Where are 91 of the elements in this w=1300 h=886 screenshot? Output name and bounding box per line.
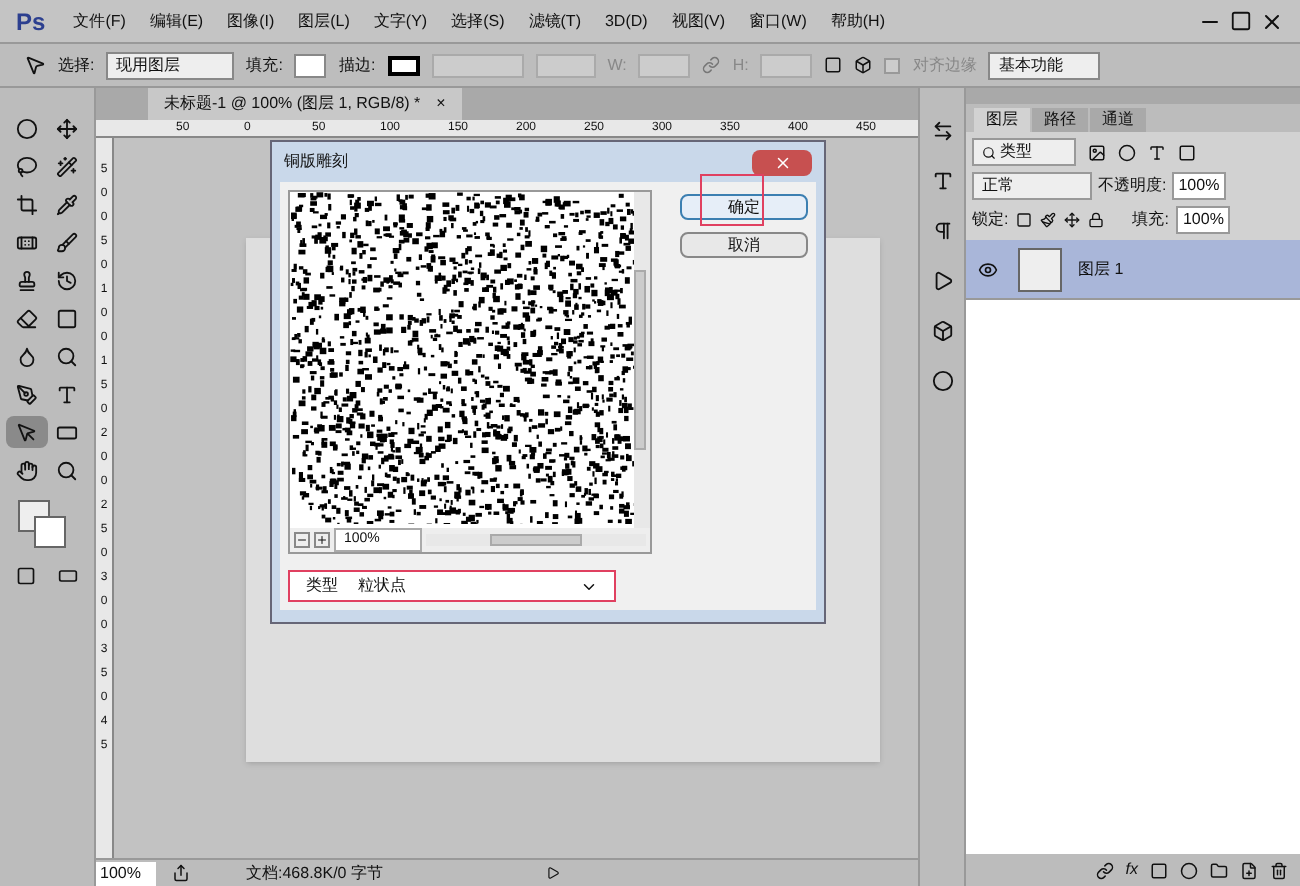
tool-button[interactable] — [6, 416, 47, 448]
workspace-dropdown[interactable]: 基本功能 — [988, 51, 1101, 79]
shape-filter-icon[interactable] — [1178, 143, 1196, 161]
ellipse-icon — [15, 117, 38, 139]
droplet-icon — [15, 345, 38, 367]
type-filter-icon[interactable] — [1148, 143, 1166, 161]
eyedropper-icon — [56, 193, 79, 215]
filter-dropdown[interactable]: 类型 — [972, 138, 1076, 166]
opacity-label: 不透明度: — [1098, 174, 1167, 198]
menu-item[interactable]: 图像(I) — [215, 9, 287, 33]
panel-tab[interactable]: 通道 — [1090, 108, 1146, 132]
stroke-type-field[interactable] — [535, 53, 596, 77]
height-field[interactable] — [760, 53, 813, 77]
bandage-icon — [15, 231, 38, 253]
lock-label: 锁定: — [972, 208, 1009, 232]
rectangle-icon — [56, 421, 79, 443]
hand-icon — [15, 459, 38, 481]
ok-button[interactable]: 确定 — [680, 194, 808, 220]
zoom-in-icon[interactable] — [314, 532, 330, 548]
3d-icon[interactable] — [931, 320, 953, 342]
brush-icon[interactable] — [1040, 212, 1057, 228]
panel-tab[interactable]: 图层 — [974, 108, 1030, 132]
lasso-icon — [15, 155, 38, 177]
fill-field[interactable]: 100% — [1176, 206, 1230, 234]
document-tab[interactable]: 未标题-1 @ 100% (图层 1, RGB/8) * × — [148, 88, 462, 120]
play-icon[interactable] — [546, 866, 560, 880]
layer-name: 图层 1 — [1078, 257, 1124, 281]
type-select[interactable]: 类型 粒状点 — [288, 570, 616, 602]
menu-item[interactable]: 文字(Y) — [361, 9, 440, 33]
layer-thumbnail — [1018, 247, 1062, 291]
trash-icon[interactable] — [1270, 861, 1288, 879]
cancel-button[interactable]: 取消 — [680, 232, 808, 258]
select-label: 选择: — [58, 53, 95, 77]
crop-icon — [15, 193, 38, 215]
zoom-icon — [56, 459, 79, 481]
stroke-label: 描边: — [338, 53, 376, 77]
stroke-swatch[interactable] — [387, 55, 420, 75]
menu-item[interactable]: 图层(L) — [286, 9, 362, 33]
fill-label: 填充: — [246, 53, 283, 77]
move-tool-icon[interactable] — [24, 54, 46, 76]
fill-label: 填充: — [1132, 208, 1169, 232]
horizontal-scrollbar[interactable] — [426, 534, 646, 546]
layer-row[interactable]: 图层 1 — [966, 240, 1300, 300]
menu-item[interactable]: 编辑(E) — [137, 9, 216, 33]
lock-icon[interactable] — [1088, 212, 1105, 228]
paragraph-icon[interactable] — [931, 220, 953, 242]
document-info: 文档:468.8K/0 字节 — [246, 861, 385, 885]
zoom-out-icon[interactable] — [294, 532, 310, 548]
select-dropdown[interactable]: 现用图层 — [106, 51, 235, 79]
tab-close[interactable]: × — [436, 92, 446, 116]
move-icon — [56, 117, 79, 139]
menu-item[interactable]: 视图(V) — [659, 9, 737, 33]
panel-tab[interactable]: 路径 — [1032, 108, 1088, 132]
menu-item[interactable]: 文件(F) — [61, 9, 138, 33]
link-icon[interactable] — [1095, 861, 1114, 879]
dialog-title: 铜版雕刻 — [284, 150, 348, 174]
pen-icon — [15, 383, 38, 405]
stamp-icon — [15, 269, 38, 291]
blend-mode-dropdown[interactable]: 正常 — [972, 172, 1092, 200]
vertical-scrollbar[interactable] — [634, 192, 650, 528]
width-field[interactable] — [638, 53, 691, 77]
export-icon[interactable] — [172, 864, 190, 882]
magic-wand-icon — [56, 155, 79, 177]
history-brush-icon — [56, 269, 79, 291]
menu-item[interactable]: 3D(D) — [592, 9, 660, 33]
zoom-field[interactable]: 100% — [96, 861, 156, 885]
highlight-frame — [700, 174, 764, 226]
menu-item[interactable]: 选择(S) — [439, 9, 517, 33]
brush-icon — [56, 231, 79, 253]
app-logo: Ps — [14, 5, 48, 39]
eraser-icon — [15, 307, 38, 329]
new-layer-icon[interactable] — [1240, 861, 1258, 879]
close-icon[interactable] — [1260, 9, 1284, 33]
close-icon — [773, 153, 791, 171]
stroke-width-field[interactable] — [431, 53, 524, 77]
type-icon — [56, 383, 79, 405]
menu-item[interactable]: 帮助(H) — [818, 9, 897, 33]
lock-position-icon[interactable] — [1064, 212, 1081, 228]
image-filter-icon[interactable] — [1088, 143, 1106, 161]
opacity-field[interactable]: 100% — [1172, 172, 1226, 200]
search-icon — [982, 145, 996, 159]
fill-swatch[interactable] — [294, 53, 327, 77]
eye-icon[interactable] — [978, 259, 998, 279]
maximize-icon[interactable] — [1230, 9, 1252, 31]
menu-item[interactable]: 滤镜(T) — [516, 9, 593, 33]
close-button[interactable] — [752, 149, 812, 175]
arrow-cursor-icon — [15, 421, 38, 443]
magnifier-icon — [56, 345, 79, 367]
fx-label[interactable]: fx — [1125, 858, 1138, 882]
menu-item[interactable]: 窗口(W) — [737, 9, 819, 33]
folder-icon[interactable] — [1210, 861, 1228, 879]
